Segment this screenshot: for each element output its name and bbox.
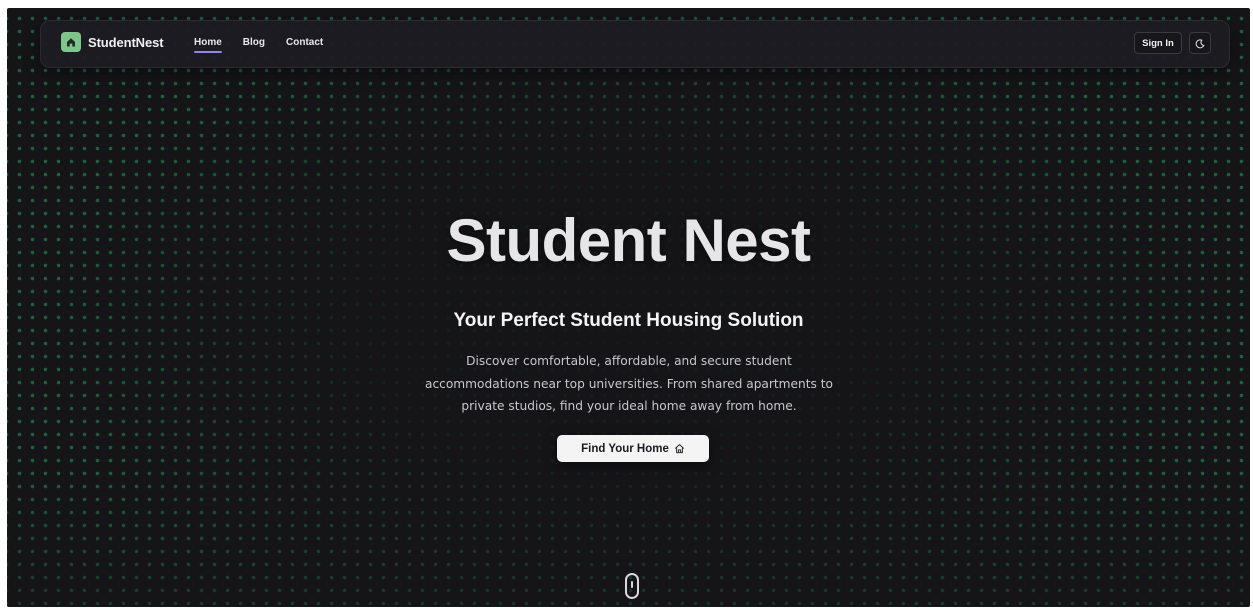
- home-icon: [674, 443, 685, 454]
- house-icon: [61, 32, 81, 52]
- nav-link-home[interactable]: Home: [194, 37, 222, 53]
- hero-description: Discover comfortable, affordable, and se…: [424, 354, 834, 413]
- nav-links: Home Blog Contact: [194, 37, 344, 53]
- theme-toggle-button[interactable]: [1189, 32, 1211, 54]
- brand[interactable]: StudentNest: [61, 32, 164, 52]
- hero-title: Student Nest: [446, 207, 811, 274]
- scroll-wheel-dot: [631, 581, 633, 588]
- cta-label: Find Your Home: [581, 442, 669, 455]
- page-frame: StudentNest Home Blog Contact Sign In St…: [7, 8, 1250, 607]
- mouse-scroll-icon[interactable]: [625, 573, 639, 599]
- moon-icon: [1195, 34, 1205, 53]
- nav-link-blog[interactable]: Blog: [243, 37, 265, 48]
- brand-name: StudentNest: [88, 34, 164, 50]
- nav-link-contact[interactable]: Contact: [286, 37, 323, 48]
- find-your-home-button[interactable]: Find Your Home: [557, 435, 709, 462]
- sign-in-button[interactable]: Sign In: [1134, 32, 1182, 54]
- top-navbar: StudentNest Home Blog Contact Sign In: [40, 20, 1230, 68]
- hero-subtitle: Your Perfect Student Housing Solution: [453, 310, 804, 331]
